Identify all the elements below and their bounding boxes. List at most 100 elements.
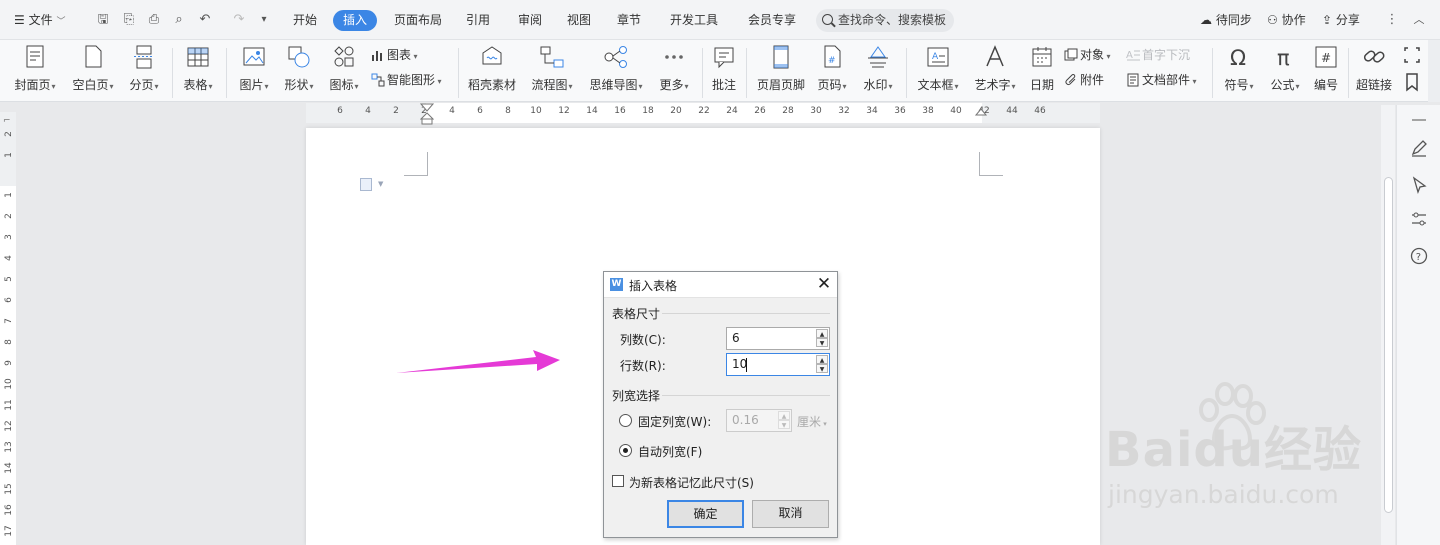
page-break-button[interactable]: 分页▾ (124, 44, 164, 98)
page-number-button[interactable]: # 页码▾ (812, 44, 852, 98)
date-button[interactable]: 日期 (1026, 44, 1058, 98)
ruler-tick-label: 20 (670, 106, 682, 116)
dialog-titlebar[interactable]: W 插入表格 ✕ (604, 272, 837, 298)
more-options-icon[interactable]: ⋮ (1383, 11, 1401, 29)
flowchart-button[interactable]: 流程图▾ (528, 44, 576, 98)
spin-down-icon[interactable]: ▼ (816, 364, 828, 373)
mindmap-button[interactable]: 思维导图▾ (586, 44, 646, 98)
bookmark-icon[interactable] (1402, 72, 1422, 92)
customize-icon[interactable]: ▾ (255, 11, 273, 29)
watermark-button[interactable]: 水印▾ (858, 44, 898, 98)
select-cursor-icon[interactable] (1409, 175, 1429, 195)
smartart-button[interactable]: 智能图形 ▾ (371, 70, 442, 90)
table-button[interactable]: 表格▾ (178, 44, 218, 98)
more-button[interactable]: 更多▾ (654, 44, 694, 98)
shape-button[interactable]: 形状▾ (279, 44, 319, 98)
redo-icon[interactable]: ↷ (230, 11, 248, 29)
tab-chapter[interactable]: 章节 (615, 10, 643, 31)
fixed-width-label[interactable]: 固定列宽(W): (638, 413, 711, 430)
collab-button[interactable]: ⚇ 协作 (1267, 10, 1306, 31)
tab-developer[interactable]: 开发工具 (668, 10, 720, 31)
tab-view[interactable]: 视图 (565, 10, 593, 31)
settings-sliders-icon[interactable] (1409, 209, 1429, 229)
remember-size-label[interactable]: 为新表格记忆此尺寸(S) (629, 474, 754, 491)
ruler-tick-label: 2 (4, 131, 14, 137)
group-divider (662, 395, 830, 396)
ruler-tick-label: 4 (4, 255, 14, 261)
remember-size-checkbox[interactable] (612, 475, 624, 487)
smartart-label: 智能图形 (387, 73, 436, 87)
undo-icon[interactable]: ↶ (196, 11, 214, 29)
material-button[interactable]: 稻壳素材 (466, 44, 518, 98)
spin-down-icon[interactable]: ▼ (816, 338, 828, 347)
indent-marker-icon[interactable] (420, 103, 434, 125)
auto-width-radio[interactable] (619, 444, 632, 457)
header-footer-button[interactable]: 页眉页脚 (754, 44, 808, 98)
tab-insert[interactable]: 插入 (333, 10, 378, 31)
tab-home[interactable]: 开始 (291, 10, 319, 31)
link-icon (1363, 50, 1385, 63)
object-button[interactable]: 对象 ▾ (1064, 45, 1111, 65)
scrollbar-thumb[interactable] (1384, 177, 1393, 513)
tab-member[interactable]: 会员专享 (746, 10, 798, 31)
chart-button[interactable]: 图表 ▾ (371, 45, 418, 65)
ok-button[interactable]: 确定 (667, 500, 744, 528)
numbering-button[interactable]: # 编号 (1310, 44, 1342, 98)
spin-up-icon[interactable]: ▲ (816, 329, 828, 338)
tab-page-layout[interactable]: 页面布局 (392, 10, 444, 31)
annotation-arrow (396, 350, 560, 373)
preview-icon[interactable]: ⌕ (170, 11, 188, 29)
ribbon-separator (702, 48, 703, 98)
print-icon[interactable]: ⎙ (145, 11, 163, 29)
paragraph-layout-icon[interactable] (360, 178, 372, 191)
cover-page-button[interactable]: 封面页▾ (10, 44, 60, 98)
blank-page-icon (85, 45, 102, 68)
export-icon[interactable]: ⎘ (120, 11, 138, 29)
ribbon-scroll[interactable] (1428, 40, 1440, 102)
blank-page-button[interactable]: 空白页▾ (68, 44, 118, 98)
wordart-button[interactable]: 艺术字▾ (970, 44, 1020, 98)
fixed-width-radio[interactable] (619, 414, 632, 427)
cancel-button[interactable]: 取消 (752, 500, 829, 528)
spin-up-icon[interactable]: ▲ (778, 411, 790, 420)
mindmap-icon (604, 46, 627, 68)
save-icon[interactable]: 🖫 (94, 11, 112, 29)
picture-button[interactable]: 图片▾ (234, 44, 274, 98)
auto-width-label[interactable]: 自动列宽(F) (638, 443, 702, 460)
tab-review[interactable]: 审阅 (516, 10, 544, 31)
sync-button[interactable]: ☁ 待同步 (1200, 10, 1252, 31)
pen-edit-icon[interactable] (1409, 138, 1429, 158)
rows-spinbox[interactable]: 10 ▲ ▼ (726, 353, 830, 376)
wordart-label: 艺术字 (974, 78, 1011, 92)
collapse-ribbon-icon[interactable]: ︿ (1410, 11, 1428, 29)
attachment-button[interactable]: 附件 (1064, 70, 1104, 90)
attachment-label: 附件 (1080, 73, 1105, 87)
margin-corner-mark (979, 152, 1003, 176)
share-button[interactable]: ⇪ 分享 (1322, 10, 1360, 31)
help-icon[interactable]: ? (1409, 246, 1429, 266)
close-icon[interactable]: ✕ (814, 274, 834, 294)
command-search[interactable]: 查找命令、搜索模板 (816, 9, 954, 32)
columns-spinbox[interactable]: 6 ▲ ▼ (726, 327, 830, 350)
fixed-width-spinbox[interactable]: 0.16 ▲ ▼ (726, 409, 792, 432)
icon-library-button[interactable]: 图标▾ (324, 44, 364, 98)
doc-parts-button[interactable]: 文档部件 ▾ (1126, 70, 1197, 90)
tab-references[interactable]: 引用 (464, 10, 492, 31)
right-indent-marker-icon[interactable] (975, 107, 987, 121)
unit-select[interactable]: 厘米 ▾ (797, 413, 827, 430)
vertical-scrollbar[interactable] (1381, 105, 1395, 545)
collapse-panel-icon[interactable] (1409, 110, 1429, 130)
more-label: 更多 (659, 78, 684, 92)
spin-down-icon[interactable]: ▼ (778, 420, 790, 429)
symbol-button[interactable]: Ω 符号▾ (1218, 44, 1260, 98)
cloud-icon: ☁ (1200, 13, 1212, 27)
spin-up-icon[interactable]: ▲ (816, 355, 828, 364)
vertical-ruler[interactable]: 2 1 1 2 3 4 5 6 7 8 9 10 11 12 13 14 15 16 17 (0, 112, 16, 545)
dropcap-button[interactable]: A 首字下沉 (1126, 45, 1190, 65)
crossref-icon[interactable] (1402, 45, 1422, 65)
file-menu[interactable]: ☰ 文件 ﹀ (14, 10, 65, 31)
hyperlink-button[interactable]: 超链接 (1354, 44, 1394, 98)
textbox-button[interactable]: A 文本框▾ (914, 44, 962, 98)
formula-button[interactable]: π 公式▾ (1264, 44, 1306, 98)
comment-button[interactable]: 批注 (708, 44, 740, 98)
